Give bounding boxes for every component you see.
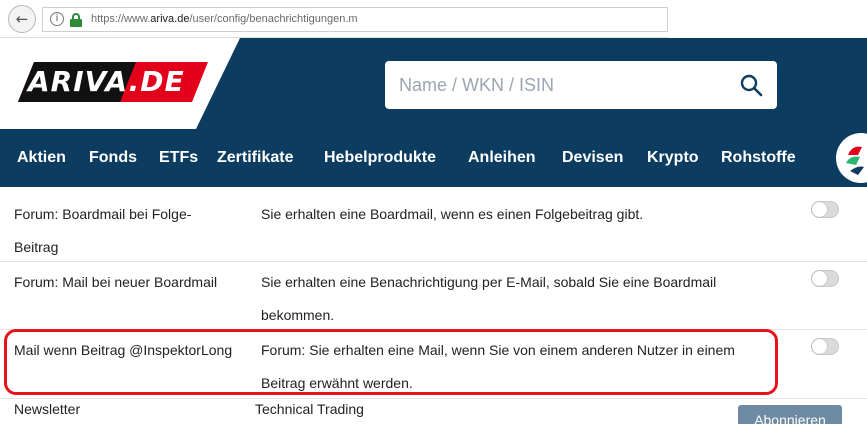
nav-item-fonds[interactable]: Fonds <box>89 149 137 167</box>
lock-icon[interactable] <box>70 13 82 27</box>
toggle-switch[interactable] <box>811 338 839 355</box>
site-logo[interactable]: ARIVA.DE <box>28 65 185 98</box>
address-bar[interactable]: i https://www.ariva.de/user/config/benac… <box>42 7 668 32</box>
logo-panel: ARIVA.DE <box>0 38 240 129</box>
toggle-switch[interactable] <box>811 201 839 218</box>
main-nav: Aktien Fonds ETFs Zertifikate Hebelprodu… <box>0 129 867 187</box>
swirl-logo-icon <box>846 146 864 175</box>
newsletter-label: Newsletter <box>14 401 81 417</box>
setting-label: Mail wenn Beitrag @InspektorLong <box>14 342 233 358</box>
info-icon[interactable]: i <box>50 12 64 26</box>
nav-item-aktien[interactable]: Aktien <box>17 149 66 167</box>
notification-settings-table: Forum: Boardmail bei Folge- Beitrag Sie … <box>0 187 867 424</box>
setting-label: Forum: Boardmail bei Folge- Beitrag <box>14 206 192 255</box>
setting-description: Sie erhalten eine Boardmail, wenn es ein… <box>261 206 644 222</box>
site-header: ARIVA.DE <box>0 38 867 129</box>
search-box <box>385 61 777 109</box>
brand-badge-icon[interactable] <box>836 133 867 183</box>
search-input[interactable] <box>399 74 719 96</box>
nav-item-hebelprodukte[interactable]: Hebelprodukte <box>324 149 436 167</box>
nav-item-rohstoffe[interactable]: Rohstoffe <box>721 149 796 167</box>
nav-item-devisen[interactable]: Devisen <box>562 149 623 167</box>
search-icon[interactable] <box>739 73 763 97</box>
table-row: Forum: Mail bei neuer Boardmail Sie erha… <box>0 262 867 330</box>
table-row-newsletter: Newsletter Technical Trading <box>0 399 867 424</box>
setting-description: Sie erhalten eine Benachrichtigung per E… <box>261 274 717 323</box>
back-arrow-icon[interactable]: ← <box>8 5 36 33</box>
setting-description: Forum: Sie erhalten eine Mail, wenn Sie … <box>261 342 735 391</box>
nav-item-krypto[interactable]: Krypto <box>647 149 699 167</box>
nav-item-anleihen[interactable]: Anleihen <box>468 149 536 167</box>
setting-label: Forum: Mail bei neuer Boardmail <box>14 274 218 290</box>
table-row: Forum: Boardmail bei Folge- Beitrag Sie … <box>0 187 867 262</box>
subscribe-button[interactable]: Abonnieren <box>738 405 842 424</box>
newsletter-description: Technical Trading <box>255 401 364 417</box>
toggle-switch[interactable] <box>811 270 839 287</box>
nav-item-etfs[interactable]: ETFs <box>159 149 198 167</box>
nav-item-zertifikate[interactable]: Zertifikate <box>217 149 293 167</box>
table-row: Mail wenn Beitrag @InspektorLong Forum: … <box>0 330 867 399</box>
url-text[interactable]: https://www.ariva.de/user/config/benachr… <box>91 13 358 25</box>
